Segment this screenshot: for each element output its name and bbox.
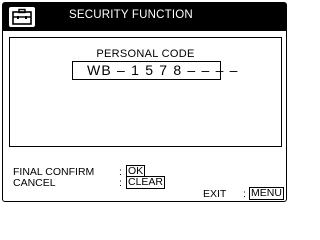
exit-separator: : bbox=[243, 188, 246, 200]
personal-code-panel: PERSONAL CODE WB – 1 5 7 8 – – – – bbox=[9, 37, 282, 147]
menu-button[interactable]: MENU bbox=[249, 187, 284, 200]
cancel-label: CANCEL bbox=[13, 177, 56, 189]
personal-code-label: PERSONAL CODE bbox=[96, 48, 195, 60]
page-title: SECURITY FUNCTION bbox=[69, 9, 193, 21]
exit-label: EXIT bbox=[203, 188, 227, 200]
personal-code-value: WB – 1 5 7 8 – – – – bbox=[87, 62, 239, 78]
title-bar: SECURITY FUNCTION bbox=[3, 3, 286, 31]
briefcase-menu-icon bbox=[9, 7, 35, 27]
clear-button[interactable]: CLEAR bbox=[126, 176, 166, 189]
cancel-separator: : bbox=[119, 177, 122, 189]
personal-code-field[interactable]: WB – 1 5 7 8 – – – – bbox=[72, 61, 237, 80]
security-function-window: SECURITY FUNCTION PERSONAL CODE WB – 1 5… bbox=[2, 2, 287, 202]
